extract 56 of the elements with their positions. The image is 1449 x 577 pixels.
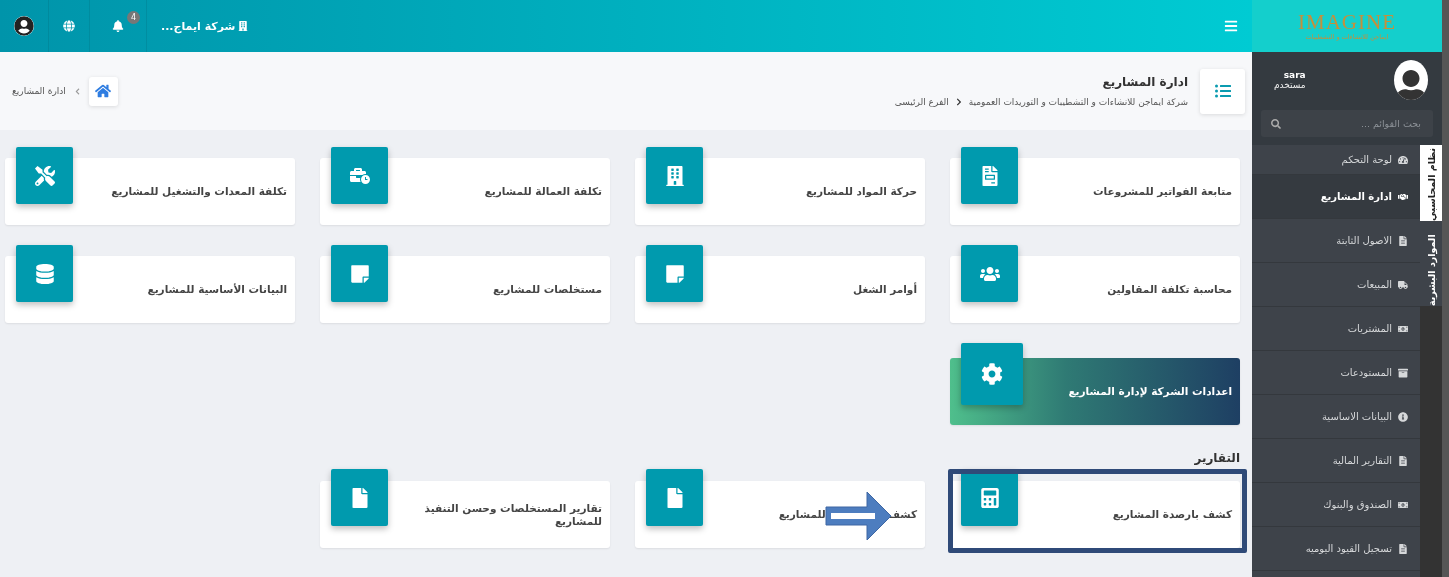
- file-icon: [1398, 235, 1408, 246]
- gauge-icon: [1398, 154, 1408, 165]
- archive-icon: [1398, 367, 1408, 378]
- module-card[interactable]: متابعة الفواتير للمشروعات: [950, 147, 1240, 225]
- search-field[interactable]: بحث القوائم ...: [1261, 110, 1433, 137]
- vertical-tab[interactable]: نظام المحاسبي: [1420, 145, 1442, 221]
- settings-card[interactable]: اعدادات الشركة لإدارة المشاريع: [950, 343, 1240, 425]
- building-icon: [664, 165, 685, 186]
- home-icon: [95, 83, 112, 99]
- briefcase-clock-icon: [349, 165, 370, 186]
- module-card[interactable]: مستخلصات للمشاريع: [320, 245, 610, 323]
- list-button[interactable]: [1200, 68, 1245, 114]
- chevron-icon: [73, 87, 81, 95]
- breadcrumb-link[interactable]: الفرع الرئيسى: [894, 97, 949, 107]
- user-name: sara: [1283, 70, 1306, 80]
- banknote-icon: [1398, 323, 1408, 334]
- sidebar-item[interactable]: ادارة المشاريع: [1252, 175, 1420, 219]
- note-icon: [664, 263, 685, 284]
- home-button[interactable]: [88, 76, 118, 106]
- menu-button[interactable]: [1224, 19, 1238, 33]
- module-card[interactable]: تكلفة المعدات والتشغيل للمشاريع: [5, 147, 295, 225]
- gear-icon: [981, 363, 1003, 385]
- info-icon: [1398, 411, 1408, 422]
- bell-icon[interactable]: [112, 20, 124, 32]
- page-title: ادارة المشاريع: [1101, 75, 1188, 89]
- calculator-icon: [979, 487, 1000, 508]
- module-card[interactable]: البيانات الأساسية للمشاريع: [5, 245, 295, 323]
- breadcrumb-current: ادارة المشاريع: [12, 86, 66, 96]
- banknote-icon: [1398, 499, 1408, 510]
- user-avatar: [1394, 60, 1428, 100]
- module-card[interactable]: تكلفة العمالة للمشاريع: [320, 147, 610, 225]
- scrollbar[interactable]: [1442, 0, 1449, 577]
- file-icon: [1398, 543, 1408, 554]
- module-card[interactable]: حركة المواد للمشاريع: [635, 147, 925, 225]
- section-title: التقارير: [1193, 450, 1241, 467]
- tools-icon: [34, 165, 55, 186]
- avatar-icon[interactable]: [14, 16, 34, 36]
- vertical-tab[interactable]: الموارد البشرية: [1420, 221, 1442, 306]
- database-icon: [34, 263, 55, 284]
- user-role: مستخدم: [1274, 80, 1306, 90]
- report-card[interactable]: تقارير المستخلصات وحسن التنفيذ للمشاريع: [320, 469, 610, 548]
- globe-icon[interactable]: [63, 20, 75, 32]
- notification-badge: 4: [127, 11, 140, 24]
- handshake-icon: [1398, 191, 1408, 202]
- chevron-icon: [954, 98, 963, 106]
- breadcrumb-link[interactable]: شركة ايماجن للانشاءات و التشطيبات و التوريدات العمومية: [968, 97, 1188, 107]
- module-card[interactable]: محاسبة تكلفة المقاولين: [950, 245, 1240, 323]
- search-icon: [1271, 118, 1281, 129]
- menu-icon: [1224, 19, 1238, 33]
- note-icon: [349, 263, 370, 284]
- file-icon: [1398, 455, 1408, 466]
- report-card[interactable]: كشف بارصدة المشاريع: [950, 469, 1240, 548]
- building-icon: [238, 21, 249, 31]
- truck-icon: [1398, 279, 1408, 290]
- list-icon: [1214, 83, 1231, 99]
- module-card[interactable]: أوامر الشغل: [635, 245, 925, 323]
